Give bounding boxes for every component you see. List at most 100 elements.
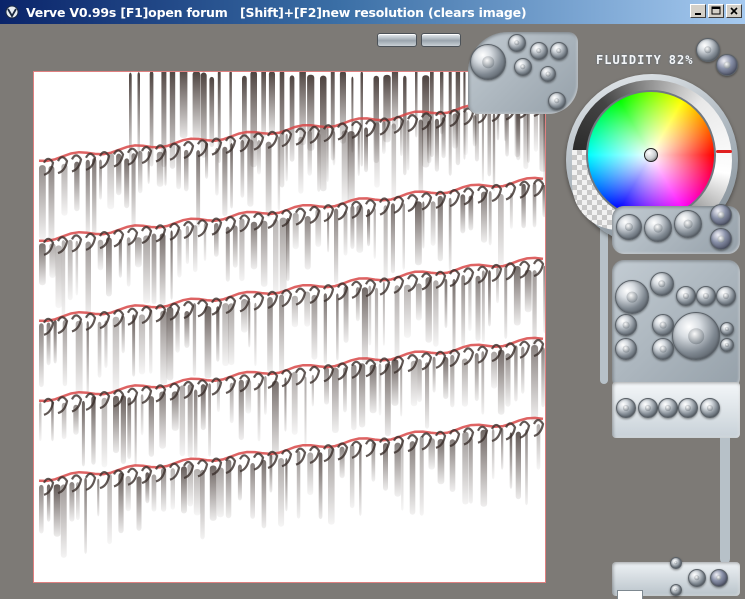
small-knob[interactable] xyxy=(514,58,532,76)
paint-drip xyxy=(320,75,327,192)
paint-canvas[interactable] xyxy=(33,71,546,583)
paint-drip xyxy=(248,300,251,348)
paint-drip xyxy=(39,323,44,388)
paint-drip xyxy=(463,111,468,156)
paint-drip xyxy=(179,385,186,457)
bottom-knob[interactable] xyxy=(670,584,682,596)
effects-knob[interactable] xyxy=(652,338,674,360)
fluid-paint-strokes xyxy=(38,72,545,558)
flow-knob[interactable] xyxy=(470,44,506,80)
paint-drip xyxy=(181,466,187,514)
brush-preset-button[interactable] xyxy=(421,33,461,47)
close-button[interactable] xyxy=(726,4,742,18)
paint-drip xyxy=(177,228,182,278)
title-bar[interactable]: Verve V0.99s [F1]open forum [Shift]+[F2]… xyxy=(0,0,745,24)
paint-drip xyxy=(39,484,44,534)
paint-drip xyxy=(541,347,545,408)
paint-drip xyxy=(232,225,238,268)
paint-drip xyxy=(242,75,247,151)
panel-frame xyxy=(600,214,608,384)
effects-knob[interactable] xyxy=(615,338,637,360)
paint-drip xyxy=(323,293,327,364)
paint-drip xyxy=(304,291,311,327)
effects-knob[interactable] xyxy=(615,314,637,336)
small-knob[interactable] xyxy=(548,92,566,110)
small-knob[interactable] xyxy=(540,66,556,82)
paint-drip xyxy=(185,225,189,265)
paint-drip xyxy=(501,427,504,470)
preset-knob[interactable] xyxy=(700,398,720,418)
paint-drip xyxy=(326,127,329,182)
effects-knob[interactable] xyxy=(676,286,696,306)
paint-drip xyxy=(394,285,400,364)
small-knob[interactable] xyxy=(530,42,548,60)
paint-drip xyxy=(291,295,298,328)
effects-knob-tiny[interactable] xyxy=(720,322,734,336)
brightness-slider-marker[interactable] xyxy=(716,150,732,153)
wave-loop xyxy=(505,422,517,441)
mid-knob-small[interactable] xyxy=(710,204,732,226)
preset-knob[interactable] xyxy=(658,398,678,418)
paint-drip xyxy=(532,270,537,348)
paint-drip xyxy=(460,194,466,234)
fluidity-knob[interactable] xyxy=(696,38,720,62)
paint-drip xyxy=(307,452,314,496)
paint-drip xyxy=(383,205,388,282)
paint-drip xyxy=(430,201,436,246)
paint-drip xyxy=(448,197,452,271)
maximize-button[interactable] xyxy=(708,4,724,18)
bottom-knob[interactable] xyxy=(710,569,728,587)
effects-knob[interactable] xyxy=(652,314,674,336)
small-knob[interactable] xyxy=(550,42,568,60)
paint-drip xyxy=(134,395,137,466)
effects-knob-large[interactable] xyxy=(615,280,649,314)
paint-drip xyxy=(222,146,228,217)
minimize-button[interactable] xyxy=(690,4,706,18)
paint-drip xyxy=(257,382,261,442)
paint-drip xyxy=(138,150,143,194)
paint-drip xyxy=(277,136,281,211)
effects-knob-tiny[interactable] xyxy=(720,338,734,352)
paint-drip xyxy=(209,76,215,148)
minimize-icon xyxy=(695,13,701,15)
brush-preset-button[interactable] xyxy=(377,33,417,47)
effects-knob[interactable] xyxy=(716,286,736,306)
paint-drip xyxy=(112,316,120,395)
wave-loop xyxy=(463,267,475,286)
current-color-swatch[interactable] xyxy=(617,590,643,599)
paint-drip xyxy=(247,139,254,207)
preset-knob[interactable] xyxy=(678,398,698,418)
paint-drip xyxy=(296,450,301,519)
paint-drip xyxy=(509,432,513,489)
effects-knob[interactable] xyxy=(696,286,716,306)
effects-knob[interactable] xyxy=(650,272,674,296)
fluidity-value: 82% xyxy=(668,53,694,67)
paint-drip xyxy=(378,363,382,416)
small-knob[interactable] xyxy=(508,34,526,52)
paint-drip xyxy=(67,239,73,301)
paint-drip xyxy=(160,310,168,385)
brush-size-knob[interactable] xyxy=(672,312,720,360)
paint-drip xyxy=(278,458,285,527)
paint-drip xyxy=(307,130,312,176)
preset-knob[interactable] xyxy=(616,398,636,418)
pressure-knob[interactable] xyxy=(716,54,738,76)
mid-knob[interactable] xyxy=(674,210,702,238)
mid-knob[interactable] xyxy=(644,214,672,242)
paint-drip xyxy=(409,441,416,515)
paint-drip xyxy=(216,467,224,518)
paint-drip xyxy=(204,306,212,379)
paint-drip xyxy=(449,439,456,492)
color-picker-cursor[interactable] xyxy=(644,148,658,162)
bottom-knob[interactable] xyxy=(670,557,682,569)
paint-drip xyxy=(286,218,290,282)
mid-knob-small[interactable] xyxy=(710,228,732,250)
paint-drip xyxy=(475,275,481,342)
paint-drip xyxy=(391,72,399,130)
paint-drip xyxy=(516,111,521,161)
mid-knob[interactable] xyxy=(616,214,642,240)
bottom-knob[interactable] xyxy=(688,569,706,587)
preset-knob[interactable] xyxy=(638,398,658,418)
paint-drip xyxy=(193,225,198,273)
paint-drip xyxy=(373,207,376,259)
